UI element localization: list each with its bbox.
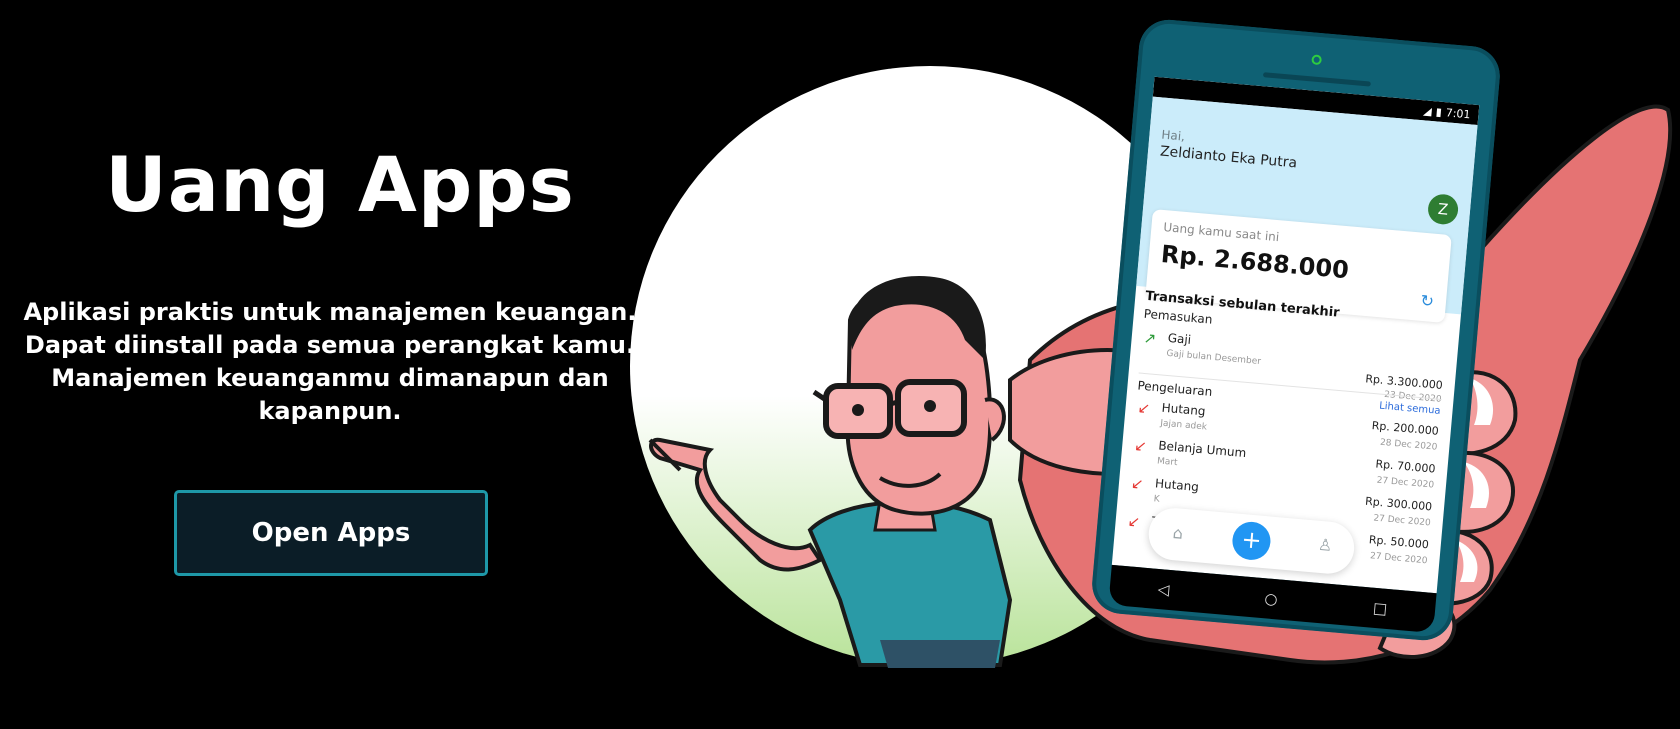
tx-note: Mart	[1156, 456, 1178, 469]
phone-mockup: ◢ ▮ 7:01 Hai, Zeldianto Eka Putra Z Uang…	[1089, 17, 1503, 643]
avatar[interactable]: Z	[1426, 193, 1460, 226]
income-label: Pemasukan	[1143, 306, 1213, 327]
signal-icon: ◢	[1422, 103, 1433, 118]
tx-title: Hutang	[1154, 476, 1200, 495]
balance-value: Rp. 2.688.000	[1159, 240, 1350, 285]
tx-date: 27 Dec 2020	[1372, 513, 1432, 529]
landing-page: Uang Apps Aplikasi praktis untuk manajem…	[0, 0, 1680, 729]
status-time: 7:01	[1445, 105, 1472, 121]
expense-arrow-icon: ↙	[1130, 474, 1145, 494]
app-header: Hai, Zeldianto Eka Putra Z Uang kamu saa…	[1136, 96, 1478, 323]
expense-arrow-icon: ↙	[1133, 436, 1148, 456]
expense-label: Pengeluaran	[1136, 378, 1213, 399]
user-name: Zeldianto Eka Putra	[1159, 143, 1298, 172]
battery-icon: ▮	[1435, 104, 1443, 119]
tx-date: 27 Dec 2020	[1376, 475, 1435, 491]
tx-amount: Rp. 200.000	[1371, 418, 1440, 438]
app-screen: ◢ ▮ 7:01 Hai, Zeldianto Eka Putra Z Uang…	[1111, 76, 1480, 594]
tx-amount: Rp. 3.300.000	[1364, 372, 1444, 392]
home-icon[interactable]: ⌂	[1172, 523, 1184, 543]
tx-note: Jajan adek	[1159, 418, 1208, 433]
expense-arrow-icon: ↙	[1126, 512, 1142, 532]
income-arrow-icon: ↗	[1142, 328, 1158, 348]
tx-note: Gaji bulan Desember	[1165, 348, 1262, 368]
add-transaction-button[interactable]: +	[1230, 520, 1273, 562]
tx-title: Hutang	[1161, 400, 1207, 419]
recents-icon[interactable]: □	[1372, 599, 1388, 618]
back-icon[interactable]: ◁	[1157, 580, 1170, 599]
balance-label: Uang kamu saat ini	[1162, 220, 1280, 245]
tx-note: K	[1153, 494, 1161, 505]
home-circle-icon[interactable]: ○	[1264, 589, 1279, 608]
refresh-icon[interactable]: ↻	[1420, 291, 1435, 311]
tx-date: 27 Dec 2020	[1369, 551, 1428, 567]
profile-icon[interactable]: ♙	[1317, 535, 1333, 555]
tx-date: 28 Dec 2020	[1379, 437, 1438, 453]
greeting: Hai,	[1160, 127, 1186, 144]
tx-title: Gaji	[1167, 330, 1192, 347]
expense-arrow-icon: ↙	[1136, 398, 1151, 418]
